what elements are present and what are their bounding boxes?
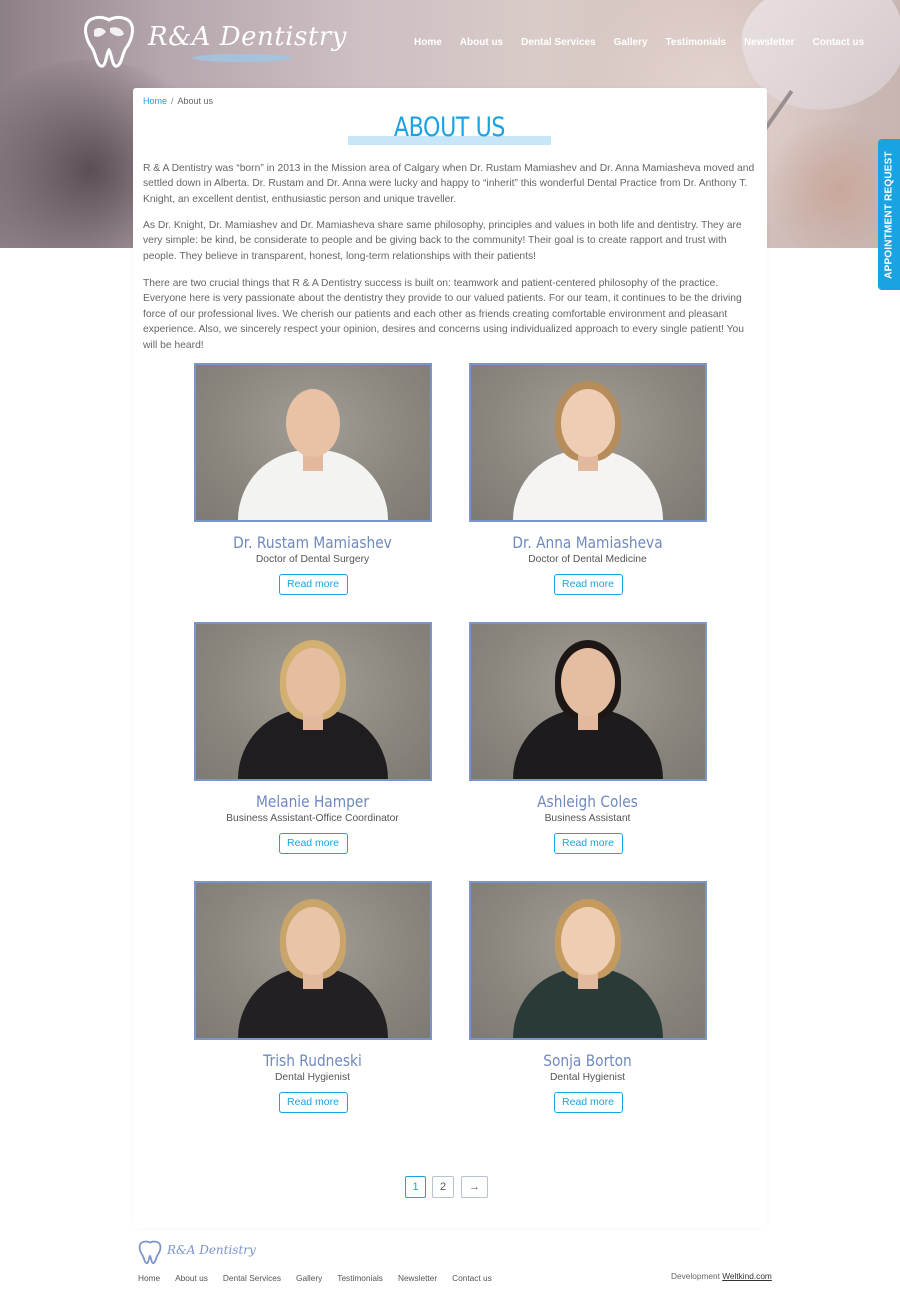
nav-home[interactable]: Home: [414, 37, 442, 48]
footer-nav-testimonials[interactable]: Testimonials: [337, 1273, 383, 1283]
intro-paragraph-2: As Dr. Knight, Dr. Mamiashev and Dr. Mam…: [143, 220, 742, 262]
dev-prefix: Development: [671, 1271, 720, 1281]
read-more-button[interactable]: Read more: [278, 1092, 348, 1113]
logo-swoosh: [192, 54, 292, 62]
staff-name: Melanie Hamper: [255, 792, 370, 811]
pagination: 1 2 →: [405, 1176, 488, 1198]
staff-name: Dr. Anna Mamiasheva: [512, 533, 663, 552]
footer-logo[interactable]: R&A Dentistry: [137, 1240, 256, 1268]
staff-name: Dr. Rustam Mamiashev: [233, 533, 392, 552]
nav-gallery[interactable]: Gallery: [614, 37, 648, 48]
nav-about[interactable]: About us: [460, 37, 503, 48]
page-title-block: ABOUT US: [348, 112, 551, 146]
page-2-button[interactable]: 2: [432, 1176, 454, 1198]
staff-photo[interactable]: [468, 622, 707, 781]
footer-nav-newsletter[interactable]: Newsletter: [398, 1273, 437, 1283]
nav-newsletter[interactable]: Newsletter: [744, 37, 795, 48]
staff-name: Sonja Borton: [543, 1051, 632, 1070]
tooth-icon: [84, 15, 134, 68]
nav-testimonials[interactable]: Testimonials: [666, 37, 726, 48]
tooth-icon: [138, 1240, 162, 1264]
staff-photo[interactable]: [193, 881, 432, 1040]
staff-role: Business Assistant: [544, 813, 631, 824]
staff-role: Doctor of Dental Medicine: [528, 554, 647, 565]
read-more-button[interactable]: Read more: [278, 833, 348, 854]
page-1-button[interactable]: 1: [405, 1176, 426, 1198]
footer-nav-about[interactable]: About us: [175, 1273, 208, 1283]
staff-name: Ashleigh Coles: [537, 792, 638, 811]
breadcrumb-home[interactable]: Home: [143, 96, 167, 106]
staff-photo[interactable]: [193, 363, 432, 522]
brand-name: R&A Dentistry: [148, 22, 347, 52]
breadcrumb: Home / About us: [143, 96, 213, 106]
read-more-button[interactable]: Read more: [553, 1092, 623, 1113]
footer-nav-contact[interactable]: Contact us: [452, 1273, 492, 1283]
read-more-button[interactable]: Read more: [278, 574, 348, 595]
breadcrumb-separator: /: [171, 96, 174, 106]
appointment-request-tab[interactable]: APPOINTMENT REQUEST: [878, 139, 900, 290]
page-title: ABOUT US: [393, 112, 506, 143]
staff-photo[interactable]: [468, 881, 707, 1040]
breadcrumb-current: About us: [177, 96, 214, 106]
intro-paragraph-1: R & A Dentistry was “born” in 2013 in th…: [143, 163, 755, 205]
intro-paragraph-3: There are two crucial things that R & A …: [143, 278, 745, 351]
nav-contact[interactable]: Contact us: [813, 37, 865, 48]
staff-name: Trish Rudneski: [263, 1051, 362, 1070]
staff-role: Business Assistant-Office Coordinator: [226, 813, 399, 824]
staff-photo[interactable]: [468, 363, 707, 522]
staff-role: Doctor of Dental Surgery: [255, 554, 370, 565]
footer-nav-services[interactable]: Dental Services: [223, 1273, 281, 1283]
footer-development-credit: Development Weltkind.com: [671, 1271, 772, 1281]
footer-nav: Home About us Dental Services Gallery Te…: [138, 1273, 492, 1283]
footer-nav-gallery[interactable]: Gallery: [296, 1273, 322, 1283]
footer-brand-name: R&A Dentistry: [167, 1243, 256, 1257]
appointment-request-label: APPOINTMENT REQUEST: [883, 150, 895, 279]
footer-nav-home[interactable]: Home: [138, 1273, 160, 1283]
staff-role: Dental Hygienist: [550, 1072, 625, 1083]
read-more-button[interactable]: Read more: [553, 574, 623, 595]
dev-link[interactable]: Weltkind.com: [722, 1271, 772, 1281]
nav-services[interactable]: Dental Services: [521, 37, 596, 48]
staff-role: Dental Hygienist: [275, 1072, 350, 1083]
read-more-button[interactable]: Read more: [553, 833, 623, 854]
staff-photo[interactable]: [193, 622, 432, 781]
site-logo[interactable]: R&A Dentistry: [80, 14, 346, 70]
main-nav: Home About us Dental Services Gallery Te…: [414, 37, 864, 48]
next-page-button[interactable]: →: [461, 1176, 488, 1198]
